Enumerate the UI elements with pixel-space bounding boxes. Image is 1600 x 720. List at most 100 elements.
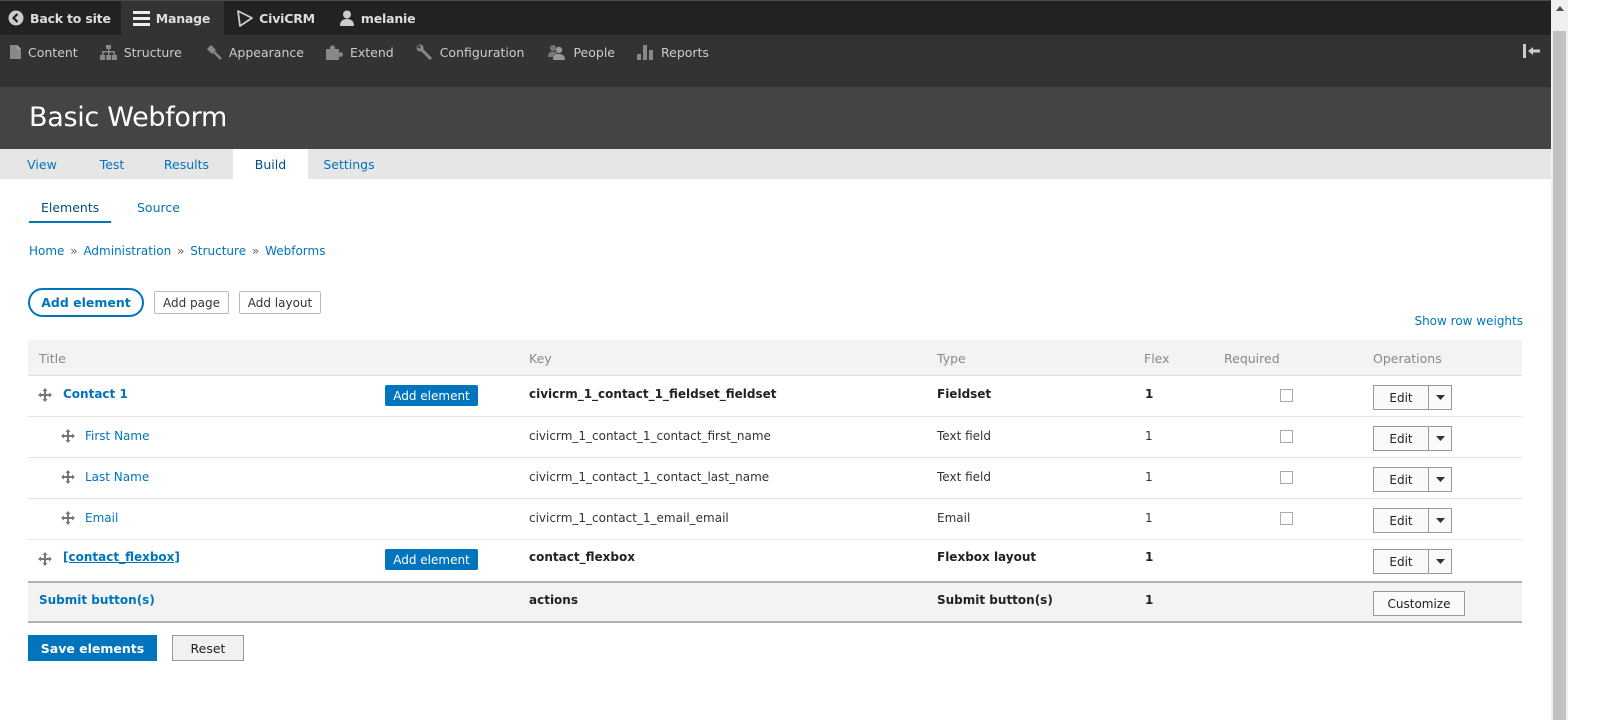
- back-to-site-link[interactable]: Back to site: [0, 1, 121, 35]
- page-header: Basic Webform: [0, 87, 1551, 149]
- drag-handle-icon[interactable]: [61, 511, 75, 525]
- tab-build[interactable]: Build: [233, 149, 308, 179]
- show-row-weights-link[interactable]: Show row weights: [1414, 314, 1523, 328]
- operations-dropbutton: Edit: [1373, 467, 1452, 492]
- dropdown-toggle[interactable]: [1429, 468, 1451, 491]
- element-title-link[interactable]: [contact_flexbox]: [63, 550, 180, 564]
- tray-item-structure[interactable]: Structure: [88, 42, 192, 62]
- tray-label: Appearance: [228, 44, 304, 60]
- breadcrumb: Home » Administration » Structure » Webf…: [29, 244, 325, 258]
- collapse-tray-button[interactable]: [1523, 44, 1541, 61]
- tab-elements[interactable]: Elements: [29, 200, 112, 223]
- civicrm-triangle-icon: [236, 9, 254, 27]
- row-add-element-button[interactable]: Add element: [385, 549, 478, 570]
- column-header-operations: Operations: [1373, 351, 1442, 366]
- add-element-button[interactable]: Add element: [28, 288, 144, 317]
- page: Back to site Manage CiviCRM melanie Cont…: [0, 0, 1551, 720]
- breadcrumb-separator: »: [251, 244, 260, 258]
- back-to-site-label: Back to site: [30, 10, 111, 26]
- tray-item-reports[interactable]: Reports: [625, 42, 719, 62]
- tray-item-content[interactable]: Content: [0, 42, 88, 62]
- manage-link[interactable]: Manage: [120, 1, 225, 35]
- element-flex: 1: [1145, 387, 1154, 401]
- scrollbar-thumb[interactable]: [1553, 31, 1566, 720]
- breadcrumb-webforms[interactable]: Webforms: [265, 244, 325, 258]
- vertical-scrollbar[interactable]: [1551, 0, 1568, 720]
- tray-label: Content: [28, 44, 78, 60]
- dropdown-toggle[interactable]: [1429, 427, 1451, 450]
- dropdown-toggle[interactable]: [1429, 509, 1451, 532]
- edit-button[interactable]: Edit: [1374, 468, 1429, 491]
- table-row-submit: Submit button(s) actions Submit button(s…: [28, 581, 1522, 623]
- element-key: civicrm_1_contact_1_contact_last_name: [529, 470, 770, 484]
- primary-tabs: View Test Results Build Settings: [0, 149, 1551, 179]
- tray-item-people[interactable]: People: [534, 42, 625, 62]
- drag-handle-icon[interactable]: [38, 552, 52, 566]
- edit-button[interactable]: Edit: [1374, 386, 1429, 409]
- edit-button[interactable]: Edit: [1374, 550, 1429, 573]
- tray-item-extend[interactable]: Extend: [314, 42, 404, 62]
- element-title-link[interactable]: Contact 1: [63, 387, 128, 401]
- tray-label: Extend: [349, 44, 394, 60]
- tab-test[interactable]: Test: [84, 149, 140, 179]
- scroll-up-arrow-icon[interactable]: [1551, 0, 1568, 17]
- save-elements-button[interactable]: Save elements: [28, 635, 157, 661]
- puzzle-icon: [325, 44, 343, 60]
- reset-button[interactable]: Reset: [172, 635, 244, 661]
- civicrm-link[interactable]: CiviCRM: [224, 1, 325, 35]
- element-type: Email: [937, 511, 971, 525]
- element-key: contact_flexbox: [529, 550, 635, 564]
- element-flex: 1: [1145, 511, 1153, 525]
- required-checkbox[interactable]: [1280, 389, 1293, 402]
- user-link[interactable]: melanie: [325, 1, 425, 35]
- wrench-icon: [416, 44, 433, 60]
- column-header-title: Title: [39, 351, 66, 366]
- customize-button[interactable]: Customize: [1373, 591, 1465, 616]
- add-layout-button[interactable]: Add layout: [239, 291, 321, 314]
- add-page-button[interactable]: Add page: [154, 291, 229, 314]
- tab-settings[interactable]: Settings: [308, 149, 390, 179]
- operations-dropbutton: Edit: [1373, 508, 1452, 533]
- breadcrumb-home[interactable]: Home: [29, 244, 64, 258]
- dropdown-toggle[interactable]: [1429, 386, 1451, 409]
- element-title-link[interactable]: Submit button(s): [39, 593, 155, 607]
- element-key: civicrm_1_contact_1_email_email: [529, 511, 729, 525]
- user-label: melanie: [360, 10, 416, 26]
- breadcrumb-administration[interactable]: Administration: [83, 244, 171, 258]
- tab-results[interactable]: Results: [140, 149, 233, 179]
- edit-button[interactable]: Edit: [1374, 509, 1429, 532]
- tab-source[interactable]: Source: [137, 200, 180, 221]
- element-type: Text field: [937, 470, 991, 484]
- element-flex: 1: [1145, 429, 1153, 443]
- drag-handle-icon[interactable]: [38, 388, 52, 402]
- tray-item-appearance[interactable]: Appearance: [192, 42, 314, 62]
- element-type: Fieldset: [937, 387, 992, 401]
- row-add-element-button[interactable]: Add element: [385, 385, 478, 406]
- dropdown-toggle[interactable]: [1429, 550, 1451, 573]
- required-checkbox[interactable]: [1280, 430, 1293, 443]
- required-checkbox[interactable]: [1280, 471, 1293, 484]
- element-title-link[interactable]: First Name: [85, 429, 149, 443]
- back-circle-icon: [8, 10, 24, 26]
- tab-view[interactable]: View: [0, 149, 84, 179]
- edit-button[interactable]: Edit: [1374, 427, 1429, 450]
- drag-handle-icon[interactable]: [61, 470, 75, 484]
- tray-label: Structure: [123, 44, 182, 60]
- element-key: civicrm_1_contact_1_fieldset_fieldset: [529, 387, 777, 401]
- breadcrumb-structure[interactable]: Structure: [190, 244, 246, 258]
- table-header: Title Key Type Flex Required Operations: [28, 340, 1522, 376]
- drag-handle-icon[interactable]: [61, 429, 75, 443]
- element-title-link[interactable]: Last Name: [85, 470, 149, 484]
- table-row: Last Name civicrm_1_contact_1_contact_la…: [28, 458, 1522, 499]
- required-checkbox[interactable]: [1280, 512, 1293, 525]
- bar-chart-icon: [637, 44, 654, 60]
- caret-down-icon: [1435, 395, 1445, 400]
- tray-label: People: [573, 44, 615, 60]
- element-title-link[interactable]: Email: [85, 511, 118, 525]
- tray-item-configuration[interactable]: Configuration: [404, 42, 535, 62]
- caret-down-icon: [1435, 518, 1445, 523]
- element-flex: 1: [1145, 593, 1154, 607]
- element-key: civicrm_1_contact_1_contact_first_name: [529, 429, 771, 443]
- breadcrumb-separator: »: [70, 244, 78, 258]
- user-icon: [339, 10, 355, 26]
